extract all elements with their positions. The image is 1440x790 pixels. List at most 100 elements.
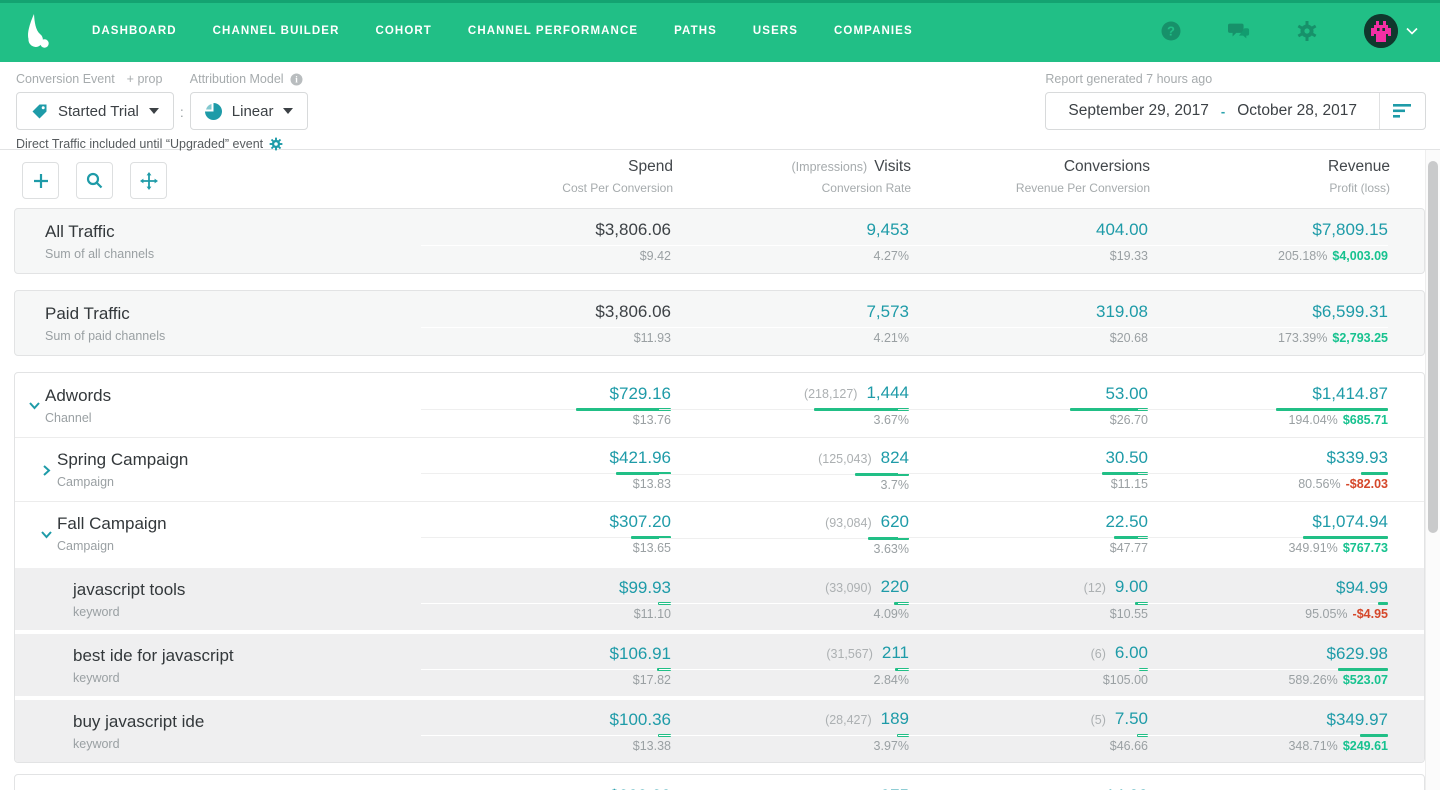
cell-divider — [1138, 669, 1388, 670]
table-row[interactable]: All TrafficSum of all channels$3,806.06$… — [15, 209, 1424, 273]
chevron-down-icon[interactable] — [1406, 27, 1418, 35]
chat-icon[interactable] — [1228, 20, 1250, 42]
scrollbar-thumb[interactable] — [1428, 161, 1438, 533]
revenue-sub-value: 349.91%$767.73 — [1138, 541, 1388, 556]
row-subtitle: Channel — [45, 411, 111, 425]
date-range-picker[interactable]: September 29, 2017 - October 28, 2017 — [1045, 92, 1426, 130]
nav-item-users[interactable]: USERS — [753, 25, 798, 37]
cell-divider — [421, 409, 671, 410]
revenue-value[interactable]: $7,809.15 — [1312, 220, 1388, 239]
nav-item-dashboard[interactable]: DASHBOARD — [92, 25, 177, 37]
search-button[interactable] — [76, 162, 113, 199]
visits-sub-value: 3.63% — [659, 542, 909, 557]
nav-item-paths[interactable]: PATHS — [674, 25, 717, 37]
cell-divider — [659, 735, 909, 736]
settings-icon[interactable] — [1296, 20, 1318, 42]
visits-cell: (93,084)620 3.63% — [659, 502, 909, 565]
spend-cell: $3,806.06$11.93 — [421, 291, 671, 355]
move-button[interactable] — [130, 162, 167, 199]
date-start[interactable]: September 29, 2017 — [1068, 102, 1208, 120]
nav-item-cohort[interactable]: COHORT — [375, 25, 431, 37]
revenue-value[interactable]: $94.99 — [1336, 578, 1388, 597]
revenue-value[interactable]: $629.98 — [1327, 644, 1388, 663]
plus-icon — [33, 173, 49, 189]
visits-main-line: (93,084)620 — [659, 511, 909, 534]
table-row[interactable]: Paid TrafficSum of paid channels$3,806.0… — [15, 291, 1424, 355]
row-name[interactable]: Spring Campaign — [57, 450, 188, 470]
revenue-main-line: $7,809.15 — [1138, 219, 1388, 241]
gear-icon[interactable] — [269, 137, 283, 151]
table-row[interactable]: Fall CampaignCampaign$307.20$13.65(93,08… — [15, 501, 1424, 565]
table-row[interactable]: best ide for javascriptkeyword$106.91$17… — [15, 634, 1424, 696]
visits-sub-value: 4.27% — [659, 249, 909, 264]
profit-amount: -$4.95 — [1353, 607, 1388, 621]
help-icon[interactable]: ? — [1160, 20, 1182, 42]
spend-cell: $999.99 — [421, 775, 671, 790]
date-filter-button[interactable] — [1379, 93, 1425, 129]
date-end[interactable]: October 28, 2017 — [1237, 102, 1357, 120]
attribution-model-dropdown[interactable]: Linear — [190, 92, 309, 130]
contribution-bar — [1378, 602, 1388, 605]
profit-percent: 173.39% — [1278, 331, 1327, 345]
row-name[interactable]: buy javascript ide — [73, 712, 204, 732]
avatar[interactable] — [1364, 14, 1398, 48]
spend-cell: $100.36$13.38 — [421, 700, 671, 762]
pie-chart-icon — [205, 103, 222, 120]
table-row[interactable]: buy javascript idekeyword$100.36$13.38(2… — [15, 700, 1424, 762]
attribution-logo-icon[interactable] — [22, 13, 52, 49]
revenue-value[interactable]: $6,599.31 — [1312, 302, 1388, 321]
conversion-event-dropdown[interactable]: Started Trial — [16, 92, 174, 130]
chevron-down-icon[interactable] — [40, 528, 53, 541]
spend-main-line: $100.36 — [421, 709, 671, 731]
contribution-bar — [1276, 408, 1388, 411]
cell-divider — [659, 327, 909, 328]
summary-card: All TrafficSum of all channels$3,806.06$… — [14, 208, 1425, 274]
tag-icon — [31, 103, 48, 120]
summary-card: Paid TrafficSum of paid channels$3,806.0… — [14, 290, 1425, 356]
row-name[interactable]: Fall Campaign — [57, 514, 167, 534]
table-row[interactable]: javascript toolskeyword$99.93$11.10(33,0… — [15, 568, 1424, 630]
revenue-value[interactable]: $339.93 — [1327, 448, 1388, 467]
search-icon — [86, 172, 103, 189]
nav-item-channel-performance[interactable]: CHANNEL PERFORMANCE — [468, 25, 638, 37]
profit-amount: $767.73 — [1343, 541, 1388, 555]
conversions-sub-value: $20.68 — [898, 331, 1148, 346]
revenue-sub-value: 205.18%$4,003.09 — [1138, 249, 1388, 264]
row-name-cell: VideoChannel — [15, 775, 92, 790]
user-menu[interactable] — [1364, 14, 1418, 48]
table-row[interactable]: AdwordsChannel$729.16$13.76(218,127)1,44… — [15, 373, 1424, 437]
cell-divider — [659, 474, 909, 475]
revenue-cell: $349.97348.71%$249.61 — [1138, 700, 1388, 762]
profit-amount: $249.61 — [1343, 739, 1388, 753]
row-name[interactable]: Adwords — [45, 386, 111, 406]
revenue-value[interactable]: $1,414.87 — [1312, 384, 1388, 403]
visits-cell: (31,567)2112.84% — [659, 634, 909, 696]
revenue-sub-value: 95.05%-$4.95 — [1138, 607, 1388, 622]
cell-divider — [659, 538, 909, 539]
conversions-sub-value: $105.00 — [898, 673, 1148, 688]
channel-performance-table: Spend Cost Per Conversion (Impressions)V… — [0, 150, 1440, 790]
row-name[interactable]: javascript tools — [73, 580, 185, 600]
visits-main-line: 9,453 — [659, 219, 909, 241]
revenue-value[interactable]: $1,074.94 — [1312, 512, 1388, 531]
chevron-down-icon[interactable] — [28, 399, 41, 412]
add-channel-button[interactable] — [22, 162, 59, 199]
row-name[interactable]: best ide for javascript — [73, 646, 234, 666]
nav-item-channel-builder[interactable]: CHANNEL BUILDER — [213, 25, 340, 37]
nav-item-companies[interactable]: COMPANIES — [834, 25, 913, 37]
info-icon[interactable]: i — [290, 73, 303, 86]
conversions-main-line: 22.50 — [898, 511, 1148, 533]
cell-divider — [898, 537, 1148, 538]
contribution-bar — [814, 408, 909, 411]
chevron-right-icon[interactable] — [40, 464, 53, 477]
spend-main-line: $3,806.06 — [421, 301, 671, 323]
row-name-cell: Fall CampaignCampaign — [15, 502, 167, 565]
cell-divider — [421, 735, 671, 736]
table-row[interactable]: VideoChannel$999.99 975 14.00 $944.97 — [15, 775, 1424, 790]
table-row[interactable]: Spring CampaignCampaign$421.96$13.83(125… — [15, 437, 1424, 501]
add-prop-link[interactable]: + prop — [127, 72, 163, 86]
cell-divider — [898, 603, 1148, 604]
revenue-main-line: $629.98 — [1138, 643, 1388, 665]
revenue-value[interactable]: $349.97 — [1327, 710, 1388, 729]
profit-amount: $523.07 — [1343, 673, 1388, 687]
